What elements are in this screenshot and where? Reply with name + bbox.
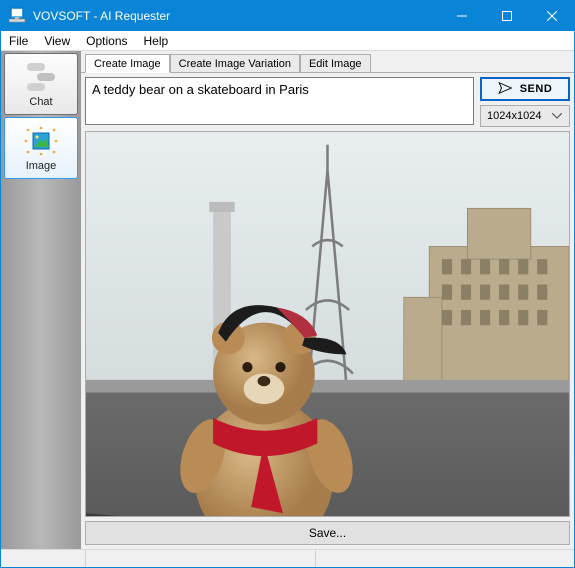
image-icon: [23, 125, 59, 157]
menubar: File View Options Help: [1, 31, 574, 51]
app-window: VOVSOFT - AI Requester File View Options…: [0, 0, 575, 568]
size-value: 1024x1024: [487, 110, 541, 122]
chevron-down-icon: [549, 110, 565, 122]
panel-create-image: SEND 1024x1024: [81, 73, 574, 549]
send-icon: [498, 81, 512, 98]
sidebar-item-label: Image: [26, 160, 57, 172]
status-cell: [86, 550, 316, 567]
minimize-button[interactable]: [439, 1, 484, 31]
sidebar-item-label: Chat: [29, 96, 52, 108]
generated-image: [85, 131, 570, 517]
statusbar: [1, 549, 574, 567]
save-button[interactable]: Save...: [85, 521, 570, 545]
menu-view[interactable]: View: [36, 32, 78, 50]
maximize-button[interactable]: [484, 1, 529, 31]
size-select[interactable]: 1024x1024: [480, 105, 570, 127]
sidebar: Chat: [1, 51, 81, 549]
titlebar: VOVSOFT - AI Requester: [1, 1, 574, 31]
sidebar-item-chat[interactable]: Chat: [4, 53, 78, 115]
tab-create-image-variation[interactable]: Create Image Variation: [170, 54, 300, 72]
status-cell: [1, 550, 86, 567]
sidebar-item-image[interactable]: Image: [4, 117, 78, 179]
close-button[interactable]: [529, 1, 574, 31]
chat-icon: [23, 61, 59, 93]
send-button[interactable]: SEND: [480, 77, 570, 101]
window-title: VOVSOFT - AI Requester: [33, 9, 439, 23]
send-label: SEND: [520, 83, 553, 95]
prompt-row: SEND 1024x1024: [85, 77, 570, 127]
app-icon: [7, 6, 27, 26]
save-label: Save...: [309, 526, 346, 540]
body: Chat: [1, 51, 574, 549]
action-column: SEND 1024x1024: [480, 77, 570, 127]
tab-edit-image[interactable]: Edit Image: [300, 54, 371, 72]
window-controls: [439, 1, 574, 31]
prompt-input[interactable]: [85, 77, 474, 125]
menu-file[interactable]: File: [1, 32, 36, 50]
main: Create Image Create Image Variation Edit…: [81, 51, 574, 549]
menu-help[interactable]: Help: [136, 32, 177, 50]
tab-create-image[interactable]: Create Image: [85, 54, 170, 73]
status-cell: [316, 550, 574, 567]
menu-options[interactable]: Options: [78, 32, 135, 50]
tabstrip: Create Image Create Image Variation Edit…: [81, 51, 574, 73]
